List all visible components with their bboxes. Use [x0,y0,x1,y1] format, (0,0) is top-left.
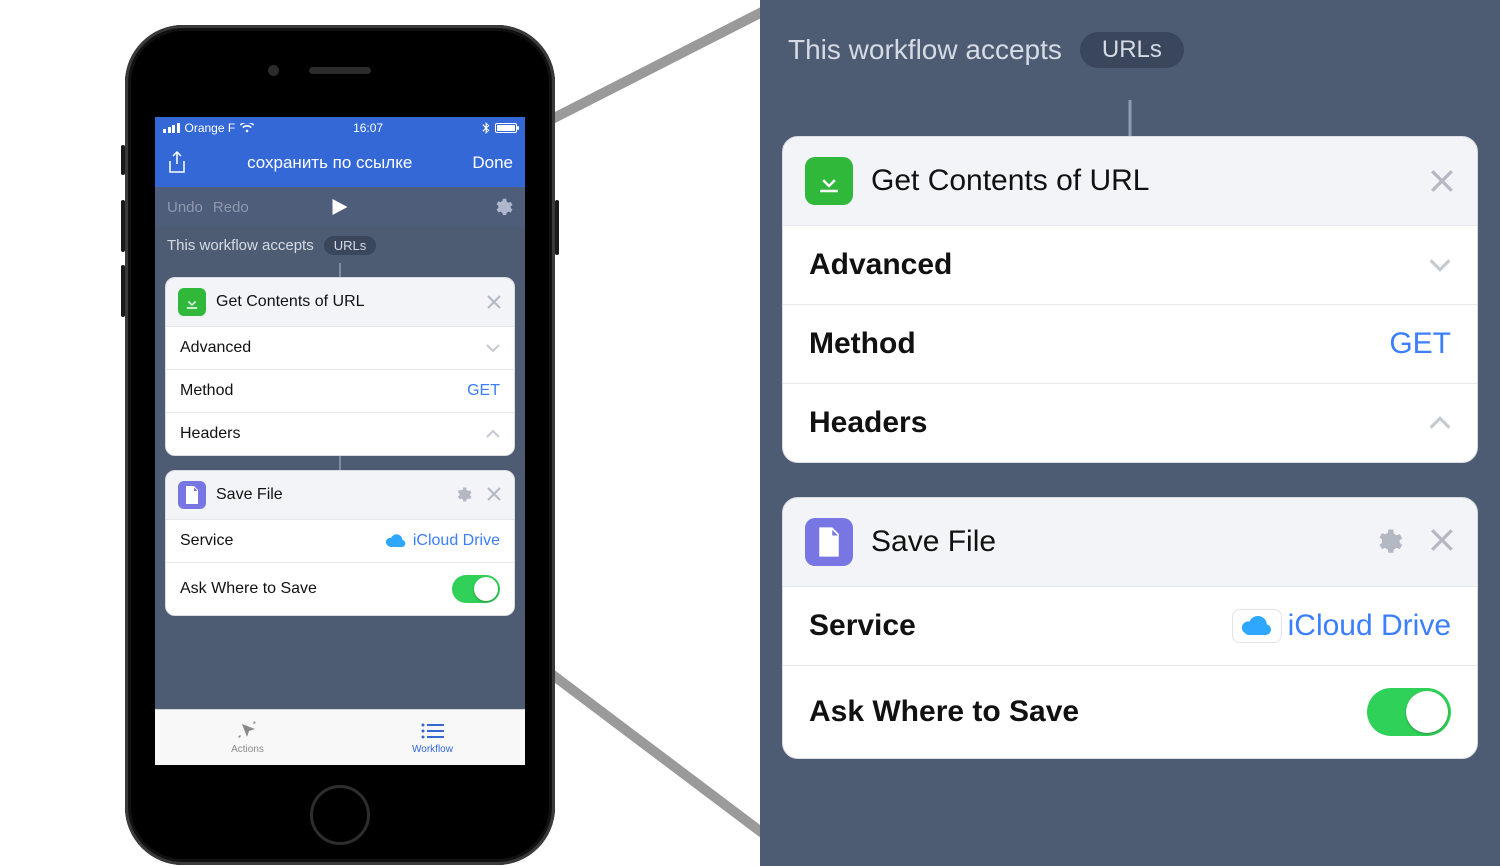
row-label: Service [809,609,916,643]
icloud-icon [385,533,407,549]
iphone-mockup: Orange F 16:07 сохранить [125,25,555,865]
row-advanced[interactable]: Advanced [166,326,514,369]
row-service[interactable]: Service iCloud Drive [166,519,514,562]
clock-label: 16:07 [353,121,383,135]
action-title: Save File [871,525,996,559]
tab-actions[interactable]: Actions [155,710,340,765]
nav-bar: сохранить по ссылке Done [155,139,525,187]
tab-bar: Actions Workflow [155,709,525,765]
accepts-type-pill: URLs [324,236,377,255]
tab-label: Workflow [412,744,453,755]
settings-icon[interactable] [492,197,513,218]
toggle-ask-where-to-save[interactable] [1367,688,1451,736]
row-label: Ask Where to Save [180,580,317,598]
row-headers[interactable]: Headers [166,412,514,455]
action-card-get-contents-of-url[interactable]: Get Contents of URL Advanced [165,277,515,456]
workflow-title: сохранить по ссылке [247,153,412,173]
method-value: GET [467,382,500,400]
action-title: Get Contents of URL [871,164,1149,198]
battery-icon [495,123,517,133]
action-title: Get Contents of URL [216,293,365,311]
accepts-type-pill: URLs [1080,32,1184,68]
row-advanced-zoom[interactable]: Advanced [783,225,1477,304]
row-label: Method [809,327,916,361]
service-value: iCloud Drive [1288,609,1451,643]
row-label: Headers [809,406,927,440]
wifi-icon [240,123,254,133]
workflow-canvas: Get Contents of URL Advanced [155,263,525,709]
close-icon[interactable] [1429,168,1455,194]
row-service-zoom[interactable]: Service iCloud Drive [783,586,1477,665]
toggle-ask-where-to-save[interactable] [452,575,500,603]
close-icon[interactable] [486,294,502,310]
action-title: Save File [216,486,283,504]
row-label: Method [180,382,233,400]
row-ask-where-to-save[interactable]: Ask Where to Save [166,562,514,615]
chevron-down-icon [486,343,500,353]
file-icon [178,481,206,509]
redo-button[interactable]: Redo [213,199,249,216]
gear-icon[interactable] [454,486,472,504]
tab-label: Actions [231,744,264,755]
method-value: GET [1389,327,1451,361]
row-method-zoom[interactable]: Method GET [783,304,1477,383]
close-icon[interactable] [486,486,502,504]
close-icon[interactable] [1429,527,1455,557]
chevron-down-icon [1429,257,1451,273]
service-value: iCloud Drive [413,532,500,550]
row-headers-zoom[interactable]: Headers [783,383,1477,462]
workflow-accepts-bar[interactable]: This workflow accepts URLs [155,227,525,263]
done-button[interactable]: Done [472,153,513,173]
workflow-accepts-bar-zoom[interactable]: This workflow accepts URLs [760,0,1500,100]
zoom-panel: This workflow accepts URLs Get Contents … [760,0,1500,866]
bluetooth-icon [482,122,490,134]
editor-toolbar: Undo Redo [155,187,525,227]
gear-icon[interactable] [1373,527,1403,557]
download-icon [178,288,206,316]
share-icon[interactable] [167,151,187,175]
row-label: Service [180,532,233,550]
carrier-label: Orange F [185,121,236,135]
row-method[interactable]: Method GET [166,369,514,412]
download-icon [805,157,853,205]
row-ask-where-to-save-zoom[interactable]: Ask Where to Save [783,665,1477,758]
row-label: Advanced [809,248,952,282]
accepts-label: This workflow accepts [788,34,1062,66]
undo-button[interactable]: Undo [167,199,203,216]
status-bar: Orange F 16:07 [155,117,525,139]
file-icon [805,518,853,566]
tab-workflow[interactable]: Workflow [340,710,525,765]
phone-screen: Orange F 16:07 сохранить [155,117,525,765]
home-button[interactable] [310,785,370,845]
play-button[interactable] [332,198,349,216]
action-card-save-file[interactable]: Save File Service [165,470,515,616]
row-label: Headers [180,425,240,443]
accepts-label: This workflow accepts [167,237,314,254]
signal-icon [163,123,180,133]
action-card-get-contents-of-url-zoom[interactable]: Get Contents of URL Advanced Method GET [782,136,1478,463]
icloud-icon [1232,609,1282,643]
row-label: Ask Where to Save [809,695,1079,729]
action-card-save-file-zoom[interactable]: Save File Service [782,497,1478,759]
chevron-up-icon [1429,415,1451,431]
chevron-up-icon [486,429,500,439]
row-label: Advanced [180,339,251,357]
